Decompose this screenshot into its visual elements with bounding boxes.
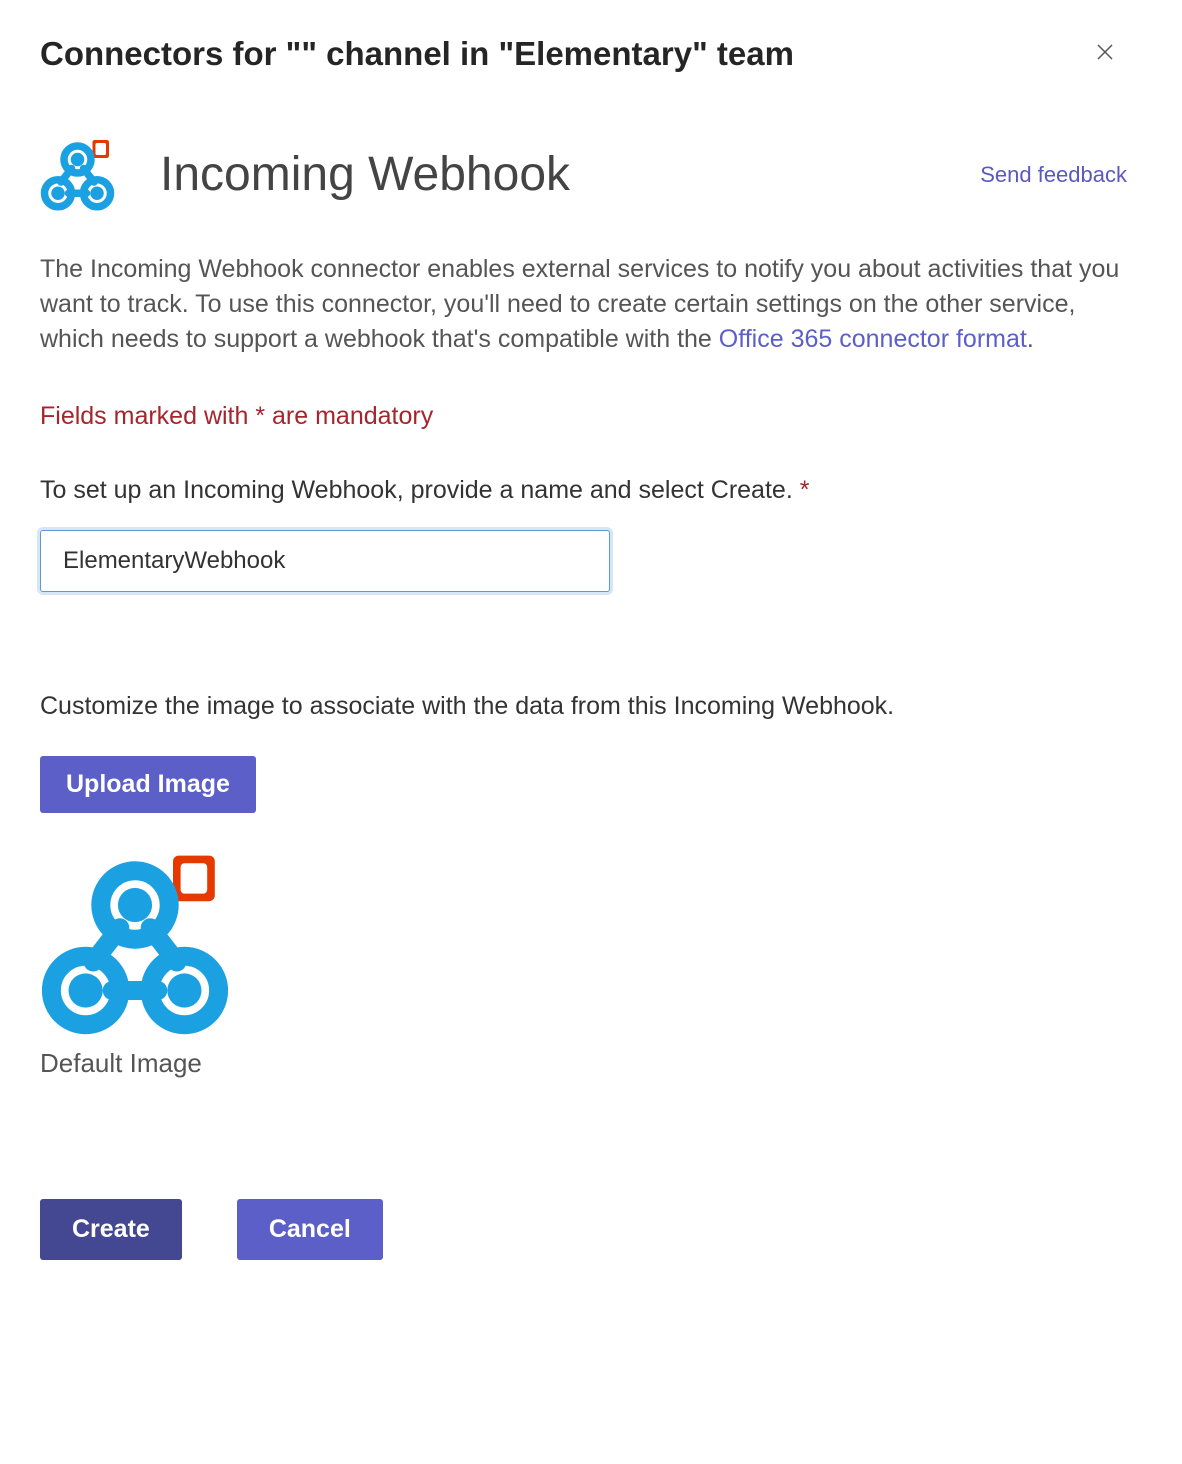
create-button[interactable]: Create: [40, 1199, 182, 1260]
action-buttons: Create Cancel: [40, 1199, 1127, 1260]
webhook-default-image-icon: [40, 848, 230, 1038]
webhook-name-input[interactable]: [40, 530, 610, 592]
description-text-after: .: [1027, 325, 1034, 353]
connector-header-left: Incoming Webhook: [40, 137, 570, 212]
close-icon: [1093, 40, 1117, 64]
mandatory-fields-note: Fields marked with * are mandatory: [40, 402, 1127, 431]
upload-image-button[interactable]: Upload Image: [40, 756, 256, 813]
connector-header: Incoming Webhook Send feedback: [40, 137, 1127, 212]
connector-description: The Incoming Webhook connector enables e…: [40, 252, 1127, 357]
name-field-label: To set up an Incoming Webhook, provide a…: [40, 476, 1127, 505]
customize-image-text: Customize the image to associate with th…: [40, 692, 1127, 721]
connector-format-link[interactable]: Office 365 connector format: [719, 325, 1027, 353]
default-image-section: Default Image: [40, 848, 1127, 1079]
connector-modal: Connectors for "" channel in "Elementary…: [0, 0, 1182, 1310]
connector-name: Incoming Webhook: [160, 147, 570, 202]
cancel-button[interactable]: Cancel: [237, 1199, 383, 1260]
modal-title: Connectors for "" channel in "Elementary…: [40, 35, 794, 73]
required-asterisk: *: [800, 476, 810, 504]
webhook-icon: [40, 137, 115, 212]
send-feedback-link[interactable]: Send feedback: [980, 162, 1127, 188]
default-image-label: Default Image: [40, 1048, 1127, 1079]
close-button[interactable]: [1083, 30, 1127, 77]
name-field-label-text: To set up an Incoming Webhook, provide a…: [40, 476, 800, 504]
modal-header: Connectors for "" channel in "Elementary…: [40, 30, 1127, 77]
